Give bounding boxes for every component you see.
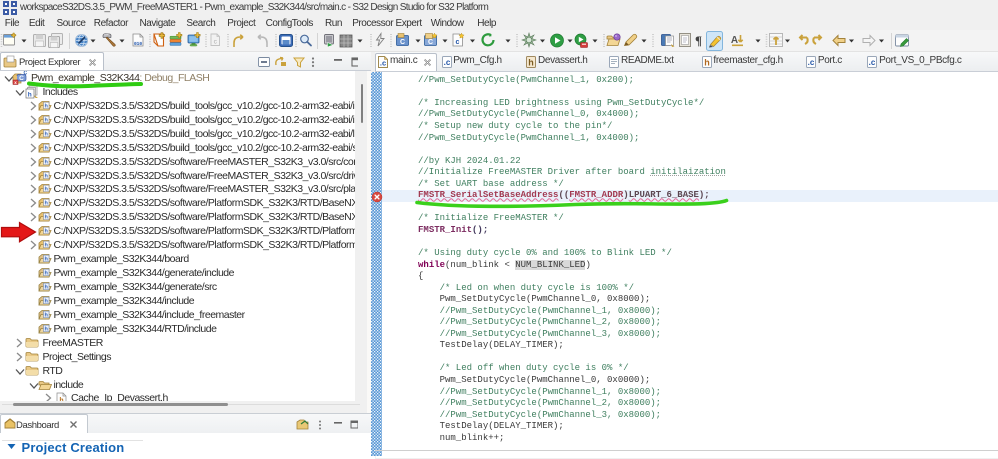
svg-text:h: h [529, 58, 535, 68]
svg-text:.c: .c [443, 58, 450, 67]
svg-text:C: C [428, 39, 433, 46]
svg-text:.c: .c [808, 58, 815, 67]
svg-text:010: 010 [134, 41, 142, 47]
svg-text:A: A [731, 35, 738, 46]
svg-text:c: c [456, 39, 460, 46]
svg-text:C: C [400, 39, 405, 46]
svg-text:h: h [705, 58, 711, 68]
svg-text:.c: .c [869, 58, 876, 67]
svg-text:¶: ¶ [695, 33, 702, 48]
svg-text:.c: .c [379, 59, 385, 68]
